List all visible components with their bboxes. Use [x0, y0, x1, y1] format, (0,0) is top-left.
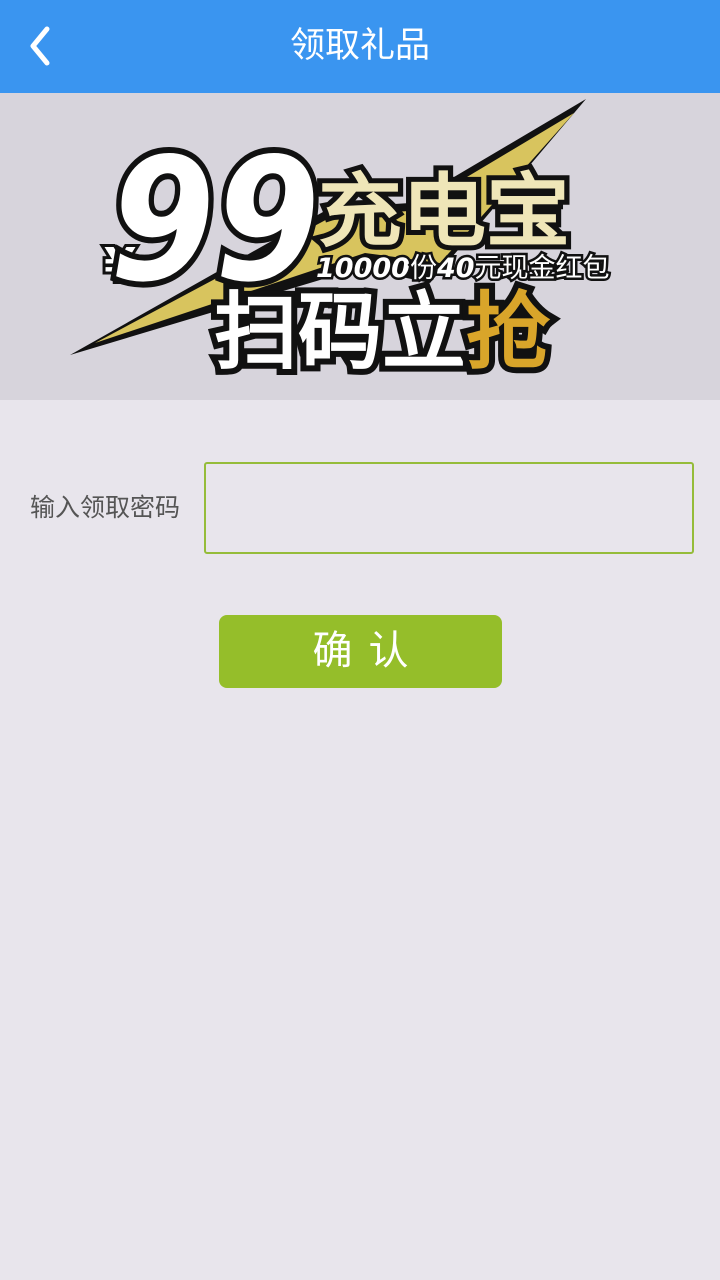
redeem-form: 输入领取密码 [0, 462, 720, 554]
banner-subtitle-unit: 份 [410, 253, 437, 284]
banner-subtitle-count: 10000 [316, 253, 410, 284]
top-bar: 领取礼品 [0, 0, 720, 93]
banner-product: 充电宝 [318, 165, 570, 258]
page-title: 领取礼品 [289, 26, 430, 66]
password-label: 输入领取密码 [30, 493, 181, 522]
confirm-button[interactable]: 确认 [219, 615, 502, 688]
password-input[interactable] [204, 462, 694, 554]
promo-banner: ¥ 99 充电宝 10000份40元现金红包 扫码立抢 [0, 93, 720, 400]
svg-text:扫码立抢: 扫码立抢 [214, 283, 551, 381]
banner-cta-accent: 抢 [466, 283, 551, 381]
svg-text:10000份40元现金红包: 10000份40元现金红包 [316, 253, 610, 284]
banner-subtitle-rest: 元现金红包 [475, 253, 610, 284]
banner-subtitle-value: 40 [436, 253, 475, 284]
banner-cta-main: 扫码立 [214, 283, 466, 381]
